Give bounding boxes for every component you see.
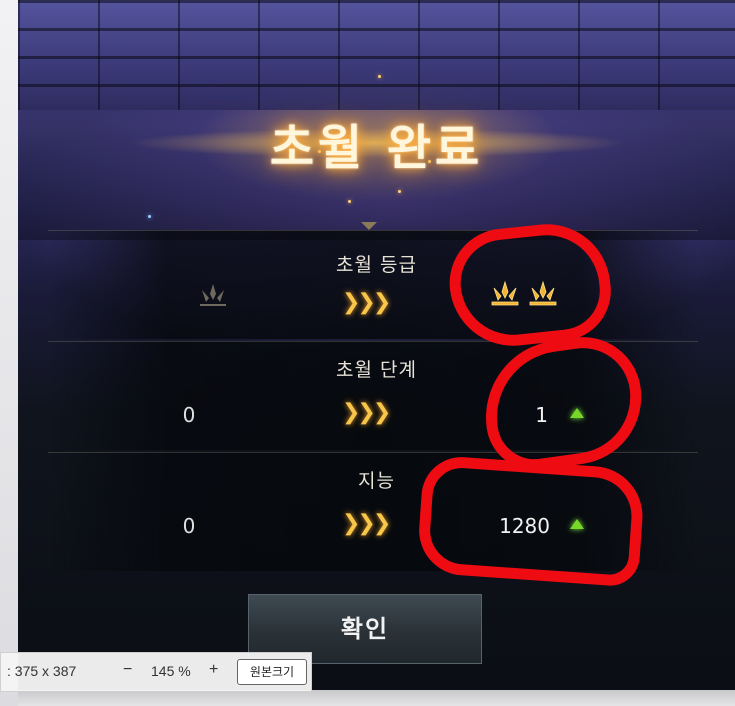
zoom-out-button[interactable]: − <box>123 661 132 679</box>
sparkle <box>398 190 401 193</box>
zoom-level: 145 % <box>151 663 191 679</box>
viewer-left-edge <box>0 0 18 706</box>
image-dimensions: : 375 x 387 <box>7 663 77 679</box>
grade-emblem-empty-icon <box>200 284 226 306</box>
image-viewer-zoom-bar: : 375 x 387 − 145 % + 원본크기 <box>0 652 312 692</box>
intelligence-before-value: 0 <box>182 514 196 538</box>
title-pointer <box>361 222 377 230</box>
stage-before-value: 0 <box>182 403 196 427</box>
brick-wall-background <box>18 0 735 110</box>
original-size-button[interactable]: 원본크기 <box>237 659 307 685</box>
viewer-bottom-edge <box>18 690 735 706</box>
sparkle <box>148 215 151 218</box>
sparkle <box>378 75 381 78</box>
zoom-in-button[interactable]: + <box>209 661 218 679</box>
red-annotation-circle <box>416 454 646 588</box>
row-label-grade: 초월 등급 <box>336 254 417 276</box>
triple-chevron-right-icon: ❯❯❯ <box>342 400 391 425</box>
triple-chevron-right-icon: ❯❯❯ <box>342 511 391 536</box>
triple-chevron-right-icon: ❯❯❯ <box>342 290 391 315</box>
transcend-result-window: 초월 완료 초월 등급 ❯❯❯ 초월 단계 0 ❯❯❯ 1 지능 0 ❯❯❯ 1… <box>18 0 735 690</box>
page-title: 초월 완료 <box>269 120 484 176</box>
sparkle <box>348 200 351 203</box>
